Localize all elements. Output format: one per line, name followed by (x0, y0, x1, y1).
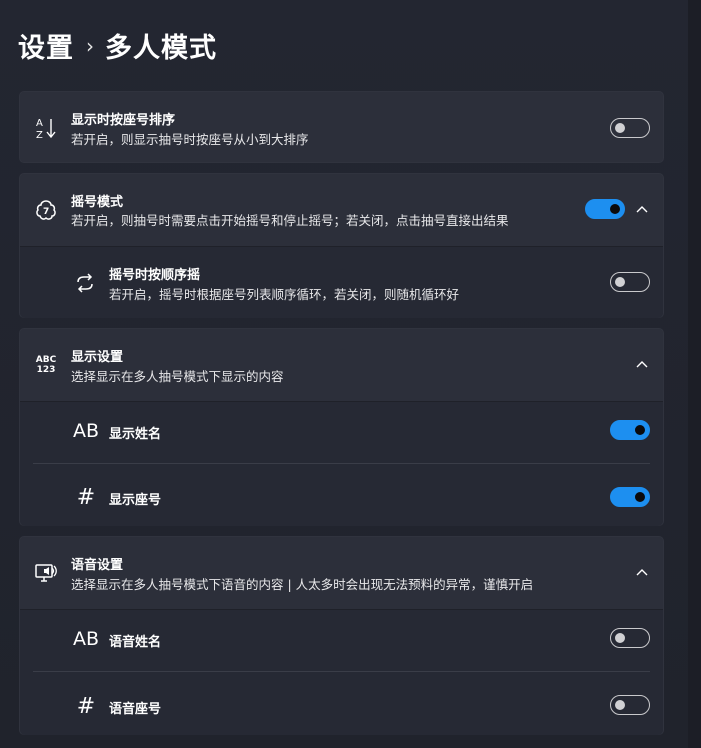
shake-toggle[interactable] (585, 199, 625, 219)
voice-seat-toggle[interactable] (610, 695, 650, 715)
breadcrumb-parent[interactable]: 设置 (18, 26, 74, 65)
chevron-up-icon[interactable] (634, 202, 650, 218)
chevron-up-icon[interactable] (634, 357, 650, 373)
shake-sub-desc: 若开启，摇号时根据座号列表顺序循环，若关闭，则随机循环好 (109, 287, 460, 302)
item-divider (33, 671, 650, 672)
svg-text:Z: Z (36, 130, 43, 140)
voice-item-label: 语音姓名 (109, 635, 162, 650)
shake-desc: 若开启，则抽号时需要点击开始摇号和停止摇号；若关闭，点击抽号直接出结果 (71, 213, 509, 228)
display-seat-toggle[interactable] (610, 487, 650, 507)
hash-icon: # (76, 484, 96, 510)
page-title: 多人模式 (105, 33, 217, 64)
voice-desc: 选择显示在多人抽号模式下语音的内容 | 人太多时会出现无法预料的异常，谨慎开启 (71, 577, 534, 592)
breadcrumb-separator-icon: › (86, 33, 95, 58)
sort-title: 显示时按座号排序 (71, 113, 176, 128)
voice-item-label: 语音座号 (109, 702, 162, 717)
svg-text:A: A (36, 118, 43, 129)
sort-setting-card: A Z 显示时按座号排序 若开启，则显示抽号时按座号从小到大排序 (19, 91, 664, 163)
breadcrumb: 设置 › 多人模式 (18, 26, 217, 65)
display-title: 显示设置 (71, 350, 124, 365)
ab-icon: AB (72, 628, 100, 650)
voice-name-toggle[interactable] (610, 628, 650, 648)
sort-desc: 若开启，则显示抽号时按座号从小到大排序 (71, 132, 309, 147)
dice-icon: 7 (34, 198, 58, 222)
voice-title: 语音设置 (71, 558, 124, 573)
display-item-label: 显示座号 (109, 493, 162, 508)
display-name-toggle[interactable] (610, 420, 650, 440)
svg-text:7: 7 (43, 207, 49, 217)
item-divider (33, 463, 650, 464)
chevron-up-icon[interactable] (634, 565, 650, 581)
shake-sub-title: 摇号时按顺序摇 (109, 268, 201, 283)
sort-toggle[interactable] (610, 118, 650, 138)
speaker-monitor-icon (33, 561, 59, 585)
display-desc: 选择显示在多人抽号模式下显示的内容 (71, 369, 284, 384)
shake-setting-card: 7 摇号模式 若开启，则抽号时需要点击开始摇号和停止摇号；若关闭，点击抽号直接出… (19, 173, 664, 318)
scrollbar-track[interactable] (688, 0, 701, 748)
ab-icon: AB (72, 420, 100, 442)
shake-sequential-toggle[interactable] (610, 272, 650, 292)
display-item-label: 显示姓名 (109, 427, 162, 442)
cycle-icon (73, 271, 97, 295)
sort-az-icon: A Z (34, 116, 58, 140)
display-setting-card: ABC 123 显示设置 选择显示在多人抽号模式下显示的内容 AB 显示姓名 # … (19, 328, 664, 526)
hash-icon: # (76, 693, 96, 719)
abc-123-icon: ABC 123 (35, 355, 57, 375)
shake-title: 摇号模式 (71, 195, 124, 210)
voice-setting-card: 语音设置 选择显示在多人抽号模式下语音的内容 | 人太多时会出现无法预料的异常，… (19, 536, 664, 735)
